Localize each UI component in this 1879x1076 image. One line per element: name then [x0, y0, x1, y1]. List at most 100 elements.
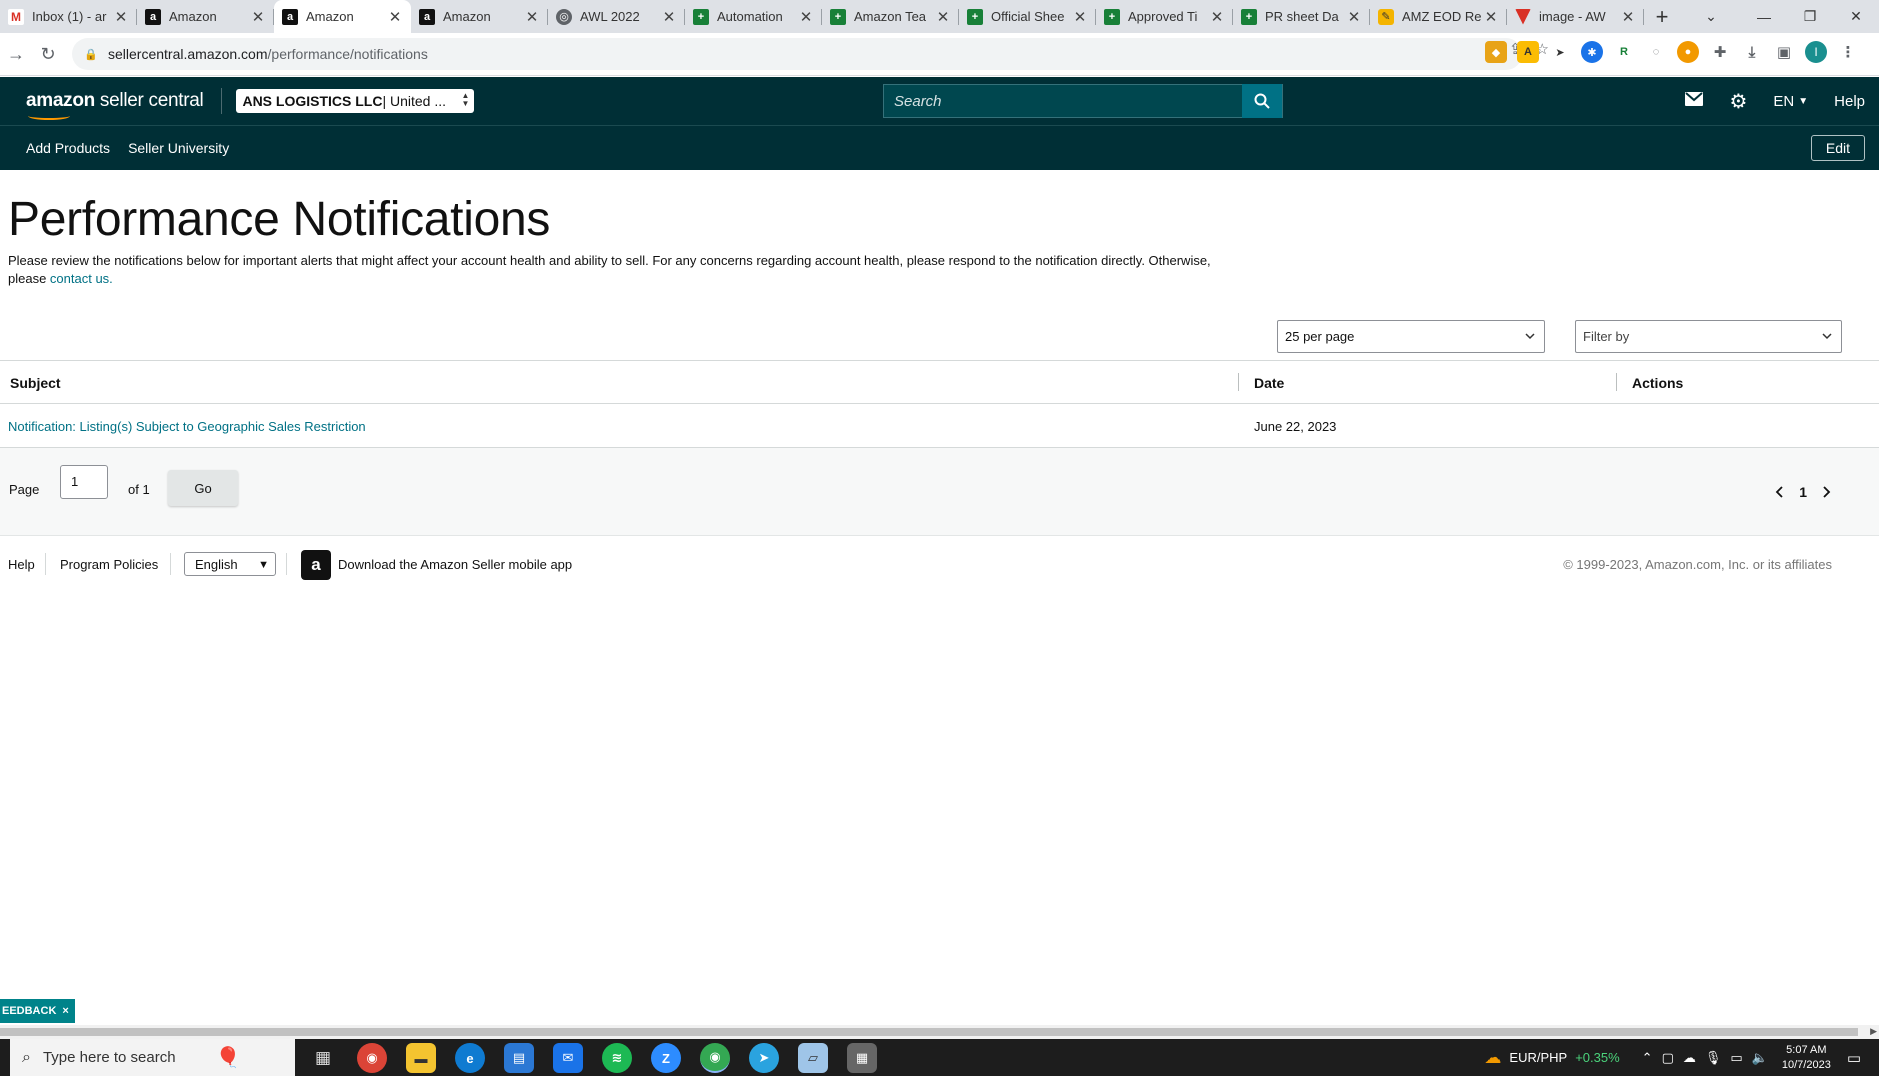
browser-tab[interactable]: + Automation ✕ [685, 0, 822, 33]
network-icon[interactable]: ▭ [1730, 1050, 1742, 1066]
store-icon[interactable]: ▤ [504, 1043, 534, 1073]
browser-tab[interactable]: a Amazon ✕ [137, 0, 274, 33]
browser-tab[interactable]: + Official Shee ✕ [959, 0, 1096, 33]
account-switcher[interactable]: ANS LOGISTICS LLC | United ... ▲ ▼ [236, 89, 475, 113]
extension-honey-icon[interactable]: ◆ [1485, 41, 1507, 63]
close-tab-icon[interactable]: ✕ [1346, 8, 1362, 26]
close-tab-icon[interactable]: ✕ [1483, 8, 1499, 26]
tray-chevron-up-icon[interactable]: ⌃ [1642, 1050, 1653, 1066]
close-tab-icon[interactable]: ✕ [1620, 8, 1636, 26]
chrome-active-icon[interactable]: ◉ [700, 1043, 730, 1073]
extension-rs-icon[interactable]: R [1613, 41, 1635, 63]
language-selector[interactable]: EN ▼ [1773, 93, 1808, 110]
browser-tab[interactable]: + Amazon Tea ✕ [822, 0, 959, 33]
contact-us-link[interactable]: contact us. [50, 271, 113, 286]
nav-add-products[interactable]: Add Products [26, 140, 110, 156]
close-tab-icon[interactable]: ✕ [798, 8, 814, 26]
column-header-date[interactable]: Date [1254, 375, 1284, 391]
taskbar-search[interactable]: ⌕ Type here to search 🎈 [10, 1039, 295, 1076]
extension-orange-icon[interactable]: ● [1677, 41, 1699, 63]
close-window-icon[interactable]: ✕ [1833, 0, 1879, 33]
close-tab-icon[interactable]: ✕ [113, 8, 129, 26]
minimize-icon[interactable]: — [1741, 0, 1787, 33]
program-policies-link[interactable]: Program Policies [60, 557, 158, 572]
restore-icon[interactable]: ❐ [1787, 0, 1833, 33]
microphone-icon[interactable]: 🎙 [1705, 1050, 1722, 1066]
extension-loop-icon[interactable]: ◌ [1645, 41, 1667, 63]
notifications-icon[interactable]: ▭ [1847, 1049, 1861, 1067]
currency-widget[interactable]: ☁ EUR/PHP +0.35% [1484, 1048, 1619, 1068]
reload-icon[interactable]: ↻ [32, 38, 64, 70]
footer-help-link[interactable]: Help [8, 557, 35, 572]
close-tab-icon[interactable]: ✕ [250, 8, 266, 26]
browser-tab[interactable]: a Amazon ✕ [411, 0, 548, 33]
nav-seller-university[interactable]: Seller University [128, 140, 229, 156]
telegram-icon[interactable]: ➤ [749, 1043, 779, 1073]
chevron-left-icon[interactable] [1775, 486, 1785, 498]
zoom-icon[interactable]: Z [651, 1043, 681, 1073]
browser-tab-active[interactable]: a Amazon ✕ [274, 0, 411, 33]
page-number-input[interactable]: 1 [60, 465, 108, 499]
extension-az-icon[interactable]: A [1517, 41, 1539, 63]
chrome-icon[interactable]: ◉ [357, 1043, 387, 1073]
close-tab-icon[interactable]: ✕ [661, 8, 677, 26]
browser-tab[interactable]: ◎ AWL 2022 ✕ [548, 0, 685, 33]
extensions-puzzle-icon[interactable]: ✚ [1709, 41, 1731, 63]
filter-select[interactable]: Filter by [1575, 320, 1842, 353]
close-tab-icon[interactable]: ✕ [387, 8, 403, 26]
task-view-icon[interactable]: ▦ [308, 1043, 338, 1073]
close-tab-icon[interactable]: ✕ [1072, 8, 1088, 26]
close-tab-icon[interactable]: ✕ [524, 8, 540, 26]
notification-subject-link[interactable]: Notification: Listing(s) Subject to Geog… [8, 419, 366, 434]
new-tab-button[interactable]: + [1644, 0, 1680, 33]
search-button[interactable] [1242, 84, 1282, 118]
per-page-select[interactable]: 25 per page [1277, 320, 1545, 353]
close-tab-icon[interactable]: ✕ [935, 8, 951, 26]
browser-tab[interactable]: ✎ AMZ EOD Re ✕ [1370, 0, 1507, 33]
sheets-icon: + [1241, 8, 1257, 25]
browser-menu-icon[interactable]: ⋮ [1837, 41, 1859, 63]
settings-gear-icon[interactable]: ⚙ [1729, 89, 1747, 114]
column-header-subject[interactable]: Subject [10, 375, 61, 391]
scroll-right-icon[interactable]: ▶ [1870, 1026, 1877, 1037]
tab-search-icon[interactable]: ⌄ [1693, 0, 1729, 33]
seller-central-logo[interactable]: amazon seller central [26, 90, 204, 120]
edge-icon[interactable]: e [455, 1043, 485, 1073]
chevron-right-icon[interactable] [1821, 486, 1831, 498]
volume-icon[interactable]: 🔈 [1752, 1050, 1768, 1066]
file-explorer-icon[interactable]: ▬ [406, 1043, 436, 1073]
tray-app-icon[interactable]: ▢ [1662, 1050, 1674, 1066]
feedback-tab[interactable]: EEDBACK × [0, 999, 75, 1023]
help-link[interactable]: Help [1834, 93, 1865, 110]
search-input[interactable] [884, 85, 1242, 117]
download-icon[interactable]: ⤓ [1741, 41, 1763, 63]
go-button[interactable]: Go [168, 470, 238, 506]
browser-tab[interactable]: + PR sheet Da ✕ [1233, 0, 1370, 33]
footer-language-select[interactable]: English ▼ [184, 552, 276, 576]
feedback-close-icon[interactable]: × [62, 1005, 68, 1017]
amazon-app-icon[interactable]: a [301, 550, 331, 580]
current-page-number[interactable]: 1 [1799, 484, 1807, 500]
onedrive-icon[interactable]: ☁ [1683, 1050, 1696, 1066]
url-input[interactable]: 🔒 sellercentral.amazon.com/performance/n… [72, 38, 1522, 70]
mail-icon[interactable] [1685, 92, 1704, 110]
close-tab-icon[interactable]: ✕ [1209, 8, 1225, 26]
horizontal-scrollbar[interactable]: ▶ [0, 1025, 1879, 1039]
browser-tab[interactable]: image - AW ✕ [1507, 0, 1644, 33]
mail-app-icon[interactable]: ✉ [553, 1043, 583, 1073]
calculator-icon[interactable]: ▦ [847, 1043, 877, 1073]
notes-icon[interactable]: ▱ [798, 1043, 828, 1073]
edit-button[interactable]: Edit [1810, 135, 1865, 161]
side-panel-icon[interactable]: ▣ [1773, 41, 1795, 63]
search-bar [883, 84, 1283, 118]
forward-icon[interactable]: → [0, 38, 32, 70]
scrollbar-thumb[interactable] [0, 1028, 1858, 1036]
extension-arrow-icon[interactable]: ➤ [1549, 41, 1571, 63]
download-app-link[interactable]: Download the Amazon Seller mobile app [338, 557, 572, 572]
extension-blue-icon[interactable]: ✱ [1581, 41, 1603, 63]
browser-tab[interactable]: + Approved Ti ✕ [1096, 0, 1233, 33]
spotify-icon[interactable]: ≋ [602, 1043, 632, 1073]
profile-avatar[interactable]: I [1805, 41, 1827, 63]
browser-tab[interactable]: M Inbox (1) - ar ✕ [0, 0, 137, 33]
taskbar-clock[interactable]: 5:07 AM 10/7/2023 [1782, 1043, 1831, 1073]
